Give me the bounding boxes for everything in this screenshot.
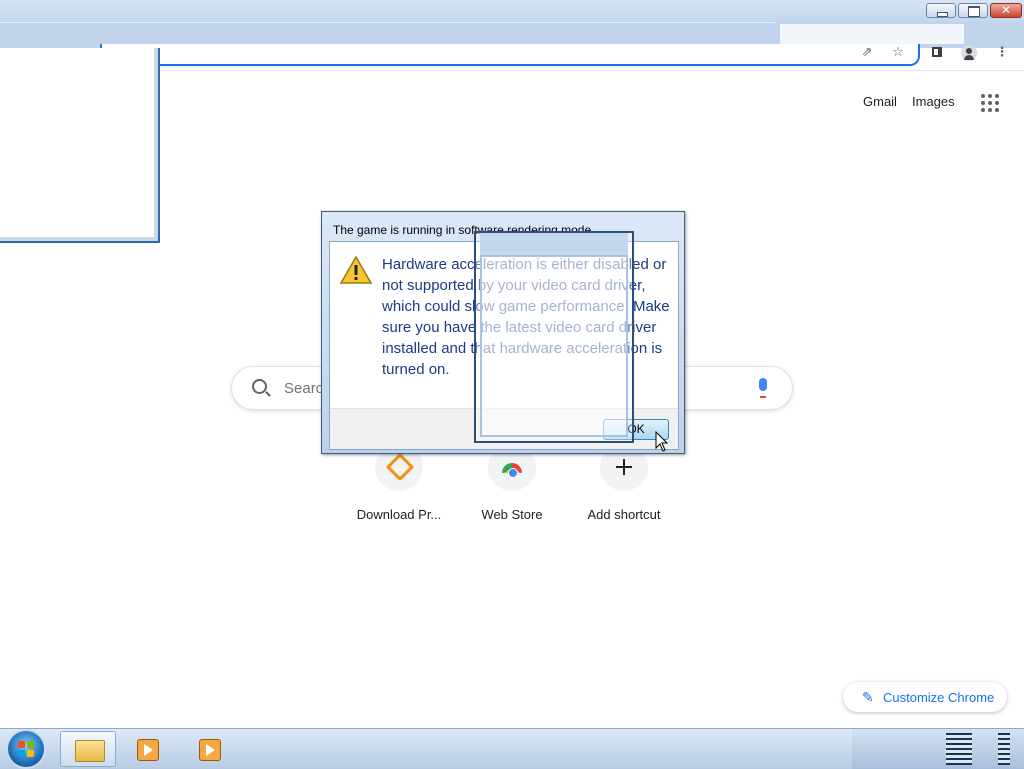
ghost-dialog-artifact [474, 231, 634, 443]
minimize-icon [937, 12, 948, 17]
restore-icon [968, 6, 980, 17]
show-desktop-button[interactable] [998, 733, 1010, 765]
tab-strip-blank-area [780, 24, 964, 44]
taskbar-media-player-1[interactable] [122, 731, 178, 767]
shortcut-add[interactable]: Add shortcut [569, 443, 679, 522]
microphone-stand [760, 392, 766, 398]
pencil-icon: ✎ [862, 689, 874, 705]
shortcut-download-progress[interactable]: Download Pr... [344, 443, 454, 522]
microphone-icon[interactable] [759, 378, 767, 391]
windows-logo-icon [18, 741, 34, 757]
minimize-button[interactable] [926, 3, 956, 18]
shortcut-label: Web Store [481, 507, 543, 522]
google-apps-icon[interactable] [981, 94, 999, 112]
ghost-window-artifact [0, 48, 160, 243]
shortcut-label: Add shortcut [587, 507, 661, 522]
address-bar[interactable] [100, 44, 920, 66]
shortcut-label: Download Pr... [356, 507, 442, 522]
profile-icon[interactable] [960, 44, 978, 62]
gmail-link[interactable]: Gmail [863, 94, 897, 109]
window-titlebar: ✕ [0, 0, 1024, 23]
share-icon[interactable]: ⇗ [858, 44, 876, 62]
images-link[interactable]: Images [912, 94, 955, 109]
warning-icon [339, 255, 373, 284]
ghost-dialog-titlebar [480, 233, 628, 255]
search-icon-handle [265, 391, 271, 397]
notification-area [852, 729, 1024, 769]
menu-kebab-icon[interactable]: ⋮ [993, 44, 1011, 62]
media-player-icon [199, 739, 221, 761]
bookmark-star-icon[interactable]: ☆ [889, 44, 907, 62]
side-panel-icon[interactable] [928, 44, 946, 62]
taskbar-file-explorer[interactable] [60, 731, 116, 767]
file-explorer-icon [75, 740, 105, 762]
taskbar-media-player-2[interactable] [184, 731, 240, 767]
shortcut-web-store[interactable]: Web Store [457, 443, 567, 522]
taskbar [0, 728, 1024, 769]
mouse-cursor-icon [655, 431, 669, 452]
customize-chrome-label: Customize Chrome [883, 690, 995, 705]
ghost-dialog-body [480, 255, 628, 437]
close-icon: ✕ [1001, 3, 1012, 17]
tray-bars-icon [946, 733, 972, 765]
restore-button[interactable] [958, 3, 988, 18]
start-orb[interactable] [8, 731, 44, 767]
media-player-icon [137, 739, 159, 761]
customize-chrome-button[interactable]: ✎ Customize Chrome [843, 682, 1007, 712]
close-button[interactable]: ✕ [990, 3, 1022, 18]
